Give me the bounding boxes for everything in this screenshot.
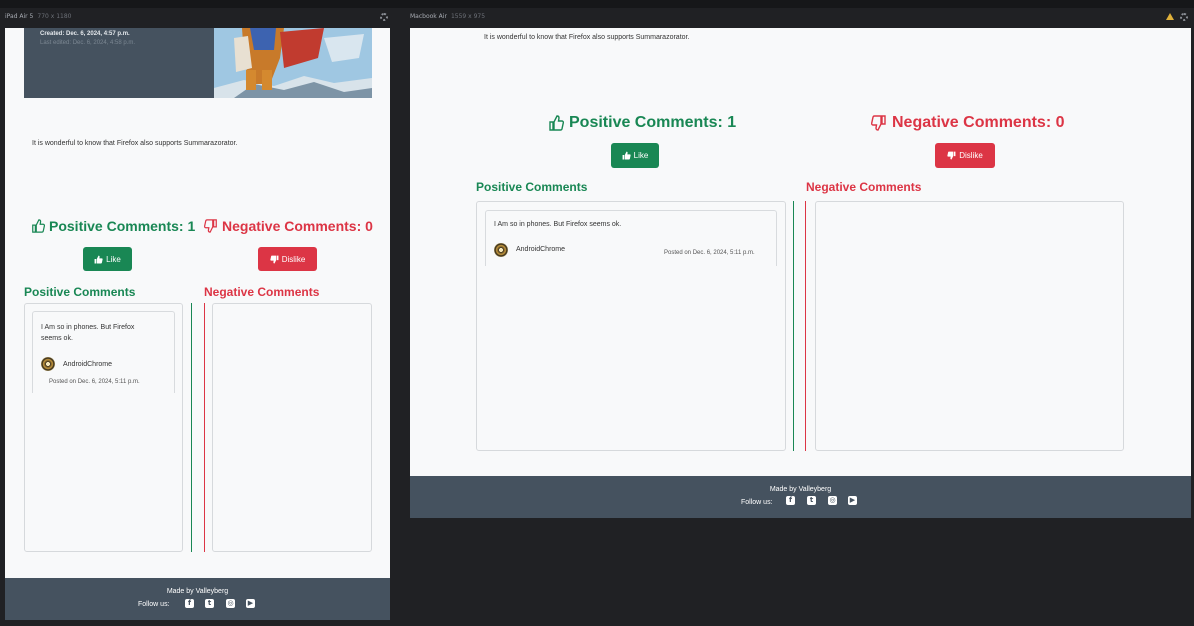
device-label-ipad: iPad Air 5 770 x 1180	[5, 13, 71, 20]
like-button[interactable]: Like	[83, 247, 132, 271]
made-by: Made by Valleyberg	[769, 486, 832, 493]
thumbs-down-icon	[270, 255, 279, 263]
like-button-label: Like	[106, 254, 121, 264]
negative-count-label: Negative Comments: 0	[222, 218, 373, 234]
thumbs-up-icon	[94, 255, 103, 263]
comment-author[interactable]: AndroidChrome	[516, 246, 565, 253]
instagram-icon[interactable]: ◎	[828, 496, 837, 505]
positive-comments-panel: I Am so in phones. But Firefox seems ok.…	[24, 303, 183, 552]
facebook-icon[interactable]: f	[786, 496, 795, 505]
positive-count: Positive Comments: 1	[548, 114, 736, 132]
negative-comments-heading: Negative Comments	[204, 285, 320, 299]
comment-card: I Am so in phones. But Firefox seems ok.…	[32, 311, 175, 393]
negative-comments-heading: Negative Comments	[806, 180, 922, 194]
device-name: iPad Air 5	[5, 13, 34, 20]
dislike-button[interactable]: Dislike	[258, 247, 317, 271]
post-hero-image	[214, 28, 372, 98]
dislike-button[interactable]: Dislike	[935, 143, 995, 168]
negative-count-label: Negative Comments: 0	[892, 114, 1065, 131]
dislike-button-label: Dislike	[959, 151, 983, 160]
macbook-viewport: It is wonderful to know that Firefox als…	[410, 28, 1191, 518]
positive-count-label: Positive Comments: 1	[49, 218, 196, 234]
avatar	[41, 357, 55, 371]
device-size: 1559 x 975	[450, 13, 486, 20]
youtube-icon[interactable]: ▶	[246, 599, 255, 608]
negative-count: Negative Comments: 0	[204, 218, 373, 234]
like-button-label: Like	[633, 151, 649, 160]
avatar	[494, 243, 508, 257]
facebook-icon[interactable]: f	[185, 599, 194, 608]
positive-comments-heading: Positive Comments	[24, 285, 136, 299]
device-size: 770 x 1180	[37, 13, 72, 20]
gear-icon[interactable]	[1180, 13, 1188, 21]
negative-comments-panel	[815, 201, 1124, 451]
negative-comments-panel	[212, 303, 372, 552]
follow-us-label: Follow us:	[138, 601, 170, 608]
instagram-icon[interactable]: ◎	[226, 599, 235, 608]
thumbs-up-icon	[32, 219, 45, 233]
made-by: Made by Valleyberg	[166, 588, 229, 595]
like-button[interactable]: Like	[611, 143, 659, 168]
comment-author[interactable]: AndroidChrome	[63, 361, 112, 368]
site-footer: Made by Valleyberg Follow us: f t ◎ ▶	[5, 578, 390, 620]
ipad-viewport: Created: Dec. 6, 2024, 4:57 p.m. Last ed…	[5, 28, 390, 620]
thumbs-up-icon	[622, 151, 631, 160]
warning-icon[interactable]	[1166, 13, 1174, 20]
positive-count-label: Positive Comments: 1	[569, 114, 737, 131]
twitter-icon[interactable]: t	[205, 599, 214, 608]
divider-negative	[805, 201, 806, 451]
positive-comments-panel: I Am so in phones. But Firefox seems ok.…	[476, 201, 786, 451]
post-body: It is wonderful to know that Firefox als…	[484, 34, 690, 41]
post-hero: Created: Dec. 6, 2024, 4:57 p.m. Last ed…	[24, 28, 372, 98]
hero-illustration	[214, 28, 372, 98]
thumbs-up-icon	[549, 115, 564, 131]
device-name: Macbook Air	[410, 13, 447, 20]
post-body: It is wonderful to know that Firefox als…	[32, 140, 238, 147]
last-edited-date: Last edited: Dec. 6, 2024, 4:58 p.m.	[40, 40, 136, 46]
comment-text: I Am so in phones. But Firefox seems ok.	[494, 221, 622, 228]
negative-count: Negative Comments: 0	[871, 114, 1065, 132]
thumbs-down-icon	[871, 115, 886, 131]
devtools-top-strip	[0, 0, 1194, 8]
follow-us-label: Follow us:	[741, 499, 773, 506]
comment-posted-date: Posted on Dec. 6, 2024, 5:11 p.m.	[49, 379, 140, 385]
divider-positive	[191, 303, 192, 552]
positive-comments-heading: Positive Comments	[476, 180, 588, 194]
comment-card: I Am so in phones. But Firefox seems ok.…	[485, 210, 777, 266]
divider-positive	[793, 201, 794, 451]
thumbs-down-icon	[204, 219, 217, 233]
site-footer: Made by Valleyberg Follow us: f t ◎ ▶	[410, 476, 1191, 518]
comment-posted-date: Posted on Dec. 6, 2024, 5:11 p.m.	[664, 250, 755, 256]
divider-negative	[204, 303, 205, 552]
device-label-macbook: Macbook Air 1559 x 975	[410, 13, 485, 20]
comment-text: I Am so in phones. But Firefox seems ok.	[41, 324, 135, 342]
created-date: Created: Dec. 6, 2024, 4:57 p.m.	[40, 31, 130, 37]
gear-icon[interactable]	[380, 13, 388, 21]
twitter-icon[interactable]: t	[807, 496, 816, 505]
thumbs-down-icon	[947, 151, 956, 160]
dislike-button-label: Dislike	[281, 254, 306, 264]
positive-count: Positive Comments: 1	[31, 218, 195, 234]
youtube-icon[interactable]: ▶	[848, 496, 857, 505]
